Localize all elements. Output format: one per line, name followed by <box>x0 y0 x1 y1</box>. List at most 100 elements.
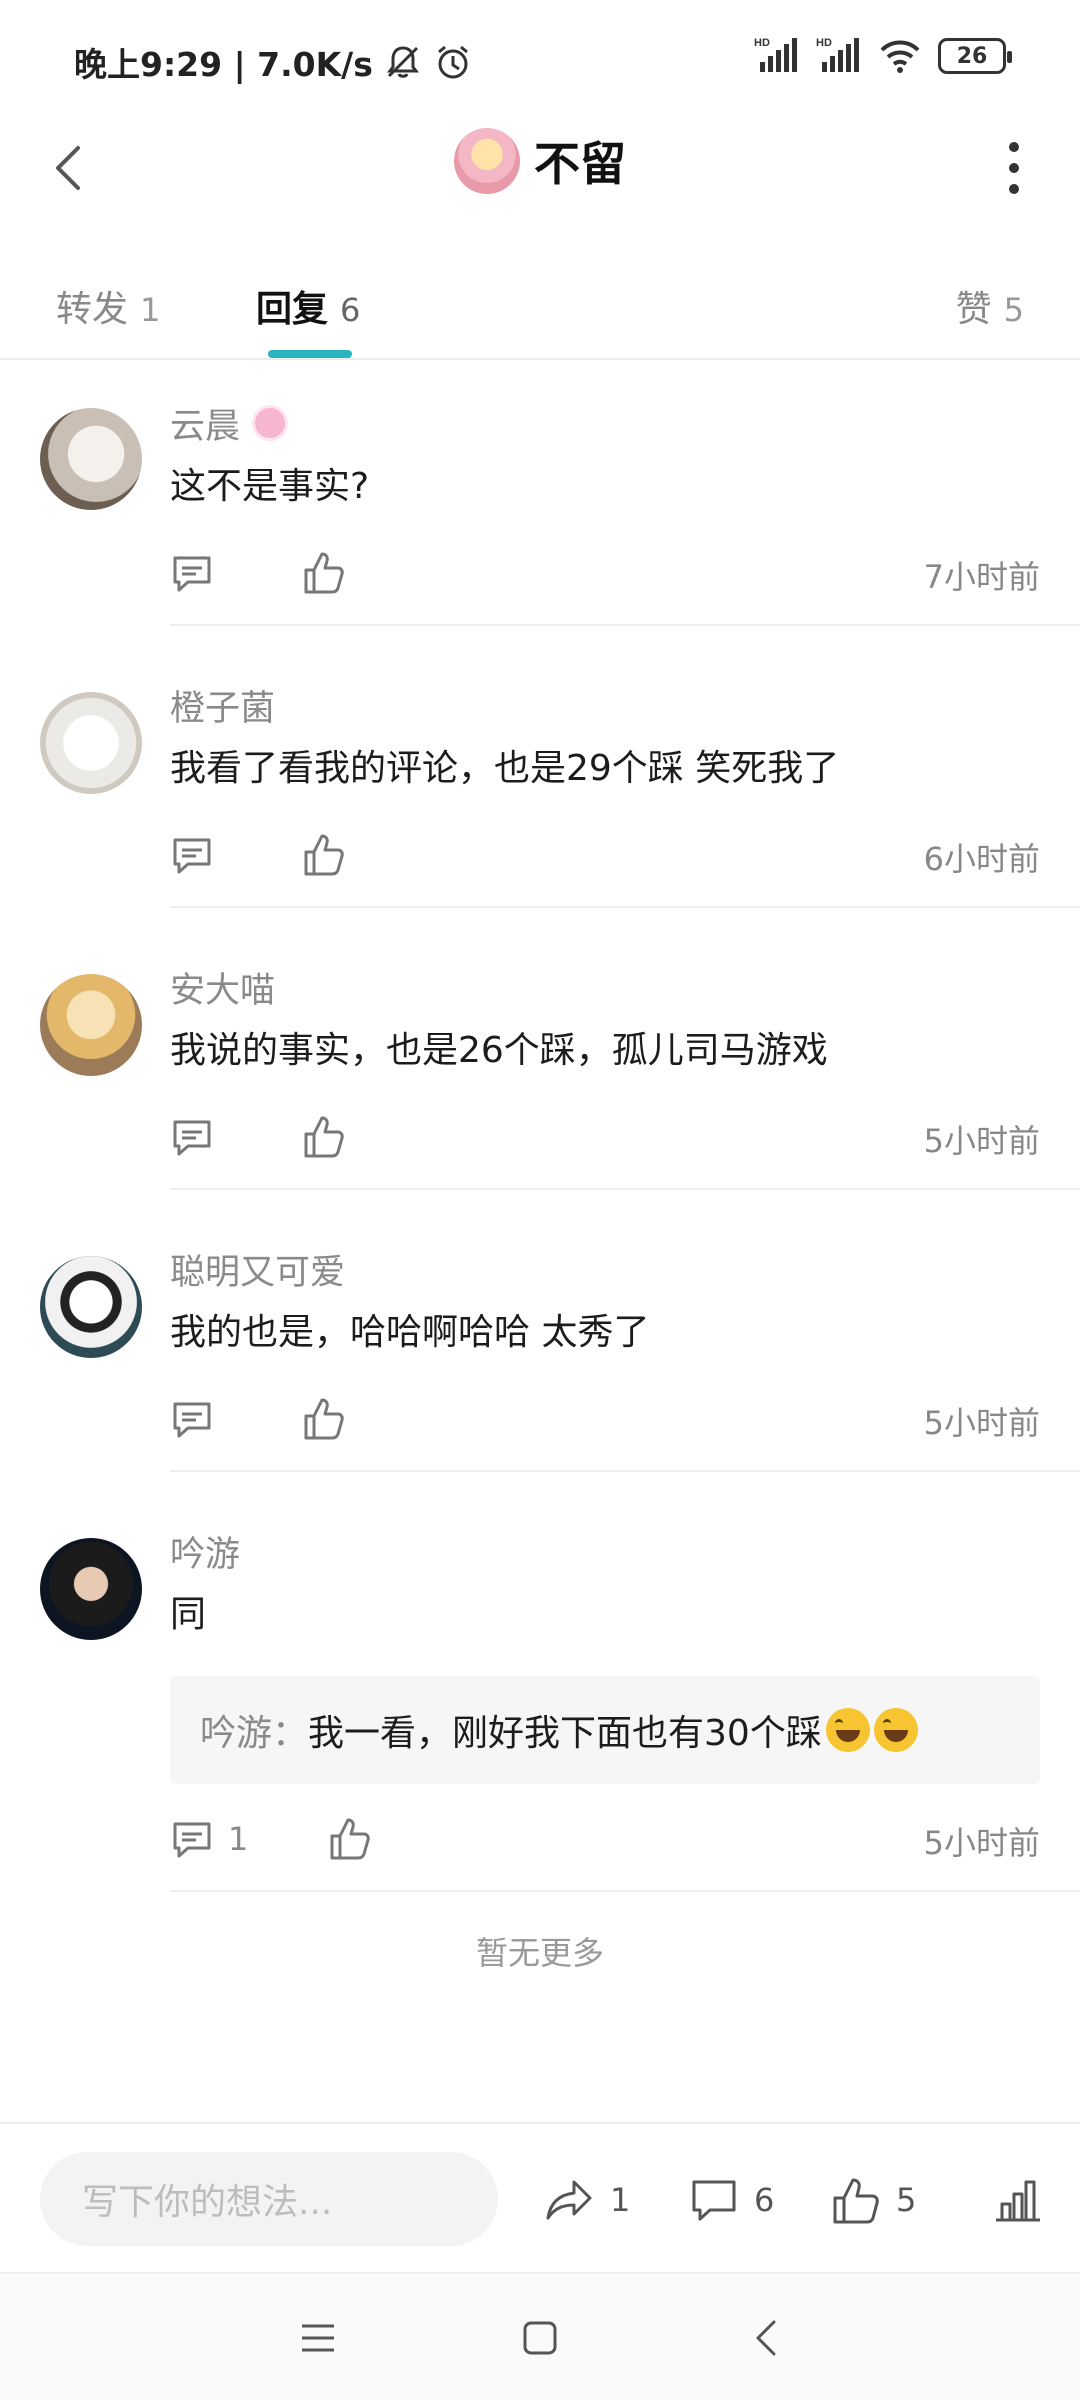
bottom-action-bar: 写下你的想法... 1 6 5 <box>0 2122 1080 2272</box>
thumbs-up-icon[interactable] <box>328 1814 372 1862</box>
repost-button[interactable]: 1 <box>544 2174 630 2226</box>
author-avatar[interactable] <box>454 128 520 194</box>
grin-emoji-icon <box>873 1708 918 1752</box>
menu-icon[interactable] <box>298 2318 338 2358</box>
comment-text: 同 <box>170 1594 207 1635</box>
status-right: HD HD 26 <box>754 36 1012 76</box>
author-name: 橙子菌 <box>170 688 276 729</box>
thumbs-up-icon[interactable] <box>302 1394 346 1442</box>
system-nav-bar <box>0 2272 1080 2400</box>
comment-bubble-icon <box>692 2180 736 2221</box>
comment-author[interactable]: 吟游 <box>170 1528 1040 1575</box>
comment-actions: 5小时前 <box>170 1108 1040 1168</box>
reply-icon[interactable] <box>170 834 214 878</box>
comment-time: 5小时前 <box>923 1404 1040 1442</box>
reply-icon[interactable] <box>170 1116 214 1160</box>
reply-icon[interactable] <box>170 1398 214 1442</box>
home-icon[interactable] <box>520 2318 560 2358</box>
active-tab-indicator <box>268 350 352 358</box>
grin-emoji-icon <box>825 1708 870 1752</box>
thumbs-up-icon[interactable] <box>302 1112 346 1160</box>
comment-count: 6 <box>754 2181 775 2219</box>
tab-label: 转发 <box>56 289 129 330</box>
battery-level: 26 <box>956 43 988 69</box>
comment-time: 5小时前 <box>923 1122 1040 1160</box>
signal-label: HD <box>754 37 770 49</box>
divider <box>170 1890 1080 1892</box>
reply-icon[interactable] <box>170 1818 214 1862</box>
author-name: 吟游 <box>170 1534 241 1575</box>
comment-time: 7小时前 <box>923 558 1040 596</box>
thumbs-up-icon <box>833 2178 879 2224</box>
user-badge-icon <box>252 405 289 441</box>
status-left: 晚上9:29 | 7.0K/s <box>74 38 473 86</box>
divider <box>170 624 1080 626</box>
battery-indicator: 26 <box>938 38 1012 74</box>
reply-icon[interactable] <box>170 552 214 596</box>
like-button[interactable]: 5 <box>830 2174 916 2226</box>
repost-count: 1 <box>610 2181 631 2219</box>
bar-chart-icon <box>996 2180 1040 2222</box>
nested-reply-author[interactable]: 吟游 <box>200 1704 272 1756</box>
comment-button[interactable]: 6 <box>688 2174 774 2226</box>
comment-text: 我说的事实，也是26个踩，孤儿司马游戏 <box>170 1030 828 1071</box>
divider <box>170 1470 1080 1472</box>
muted-bell-icon <box>386 46 419 78</box>
stats-button[interactable] <box>992 2174 1044 2226</box>
signal-label: HD <box>816 37 832 49</box>
author-name: 云晨 <box>170 406 241 447</box>
comment-actions: 1 5小时前 <box>170 1810 1040 1870</box>
comment-author[interactable]: 聪明又可爱 <box>170 1246 1040 1293</box>
avatar[interactable] <box>40 1256 142 1358</box>
comment-author[interactable]: 云晨 <box>170 400 1040 447</box>
page-title: 不留 <box>534 137 626 191</box>
divider <box>170 906 1080 908</box>
comment-author[interactable]: 橙子菌 <box>170 682 1040 729</box>
status-bar: 晚上9:29 | 7.0K/s HD HD 26 <box>0 0 1080 118</box>
tab-likes[interactable]: 赞 5 <box>956 280 1024 332</box>
author-name: 安大喵 <box>170 970 276 1011</box>
comment-actions: 5小时前 <box>170 1390 1040 1450</box>
reply-count: 1 <box>228 1820 249 1858</box>
alarm-icon <box>437 45 468 79</box>
thumbs-up-icon[interactable] <box>302 830 346 878</box>
status-time: 晚上9:29 | 7.0K/s <box>74 45 373 84</box>
share-arrow-icon <box>546 2180 592 2220</box>
tab-count: 1 <box>140 291 161 329</box>
avatar[interactable] <box>40 692 142 794</box>
comment-actions: 6小时前 <box>170 826 1040 886</box>
nested-reply[interactable]: 吟游 ： 我一看，刚好我下面也有30个踩 <box>170 1676 1040 1784</box>
tab-label: 回复 <box>256 289 329 330</box>
tab-count: 6 <box>340 291 361 329</box>
nested-reply-separator: ： <box>272 1713 309 1754</box>
tab-count: 5 <box>1003 291 1024 329</box>
comment-input-placeholder: 写下你的想法... <box>82 2182 333 2223</box>
avatar[interactable] <box>40 974 142 1076</box>
comment-text: 我看了看我的评论，也是29个踩 笑死我了 <box>170 748 840 789</box>
thumbs-up-icon[interactable] <box>302 548 346 596</box>
tab-label: 赞 <box>955 289 992 330</box>
no-more-label: 暂无更多 <box>475 1934 604 1972</box>
tab-reposts[interactable]: 转发 1 <box>56 280 160 332</box>
avatar[interactable] <box>40 1538 142 1640</box>
comment-time: 5小时前 <box>923 1824 1040 1862</box>
comment-input[interactable]: 写下你的想法... <box>40 2152 498 2246</box>
signal-icon: HD <box>816 37 859 72</box>
comment-time: 6小时前 <box>923 840 1040 878</box>
wifi-icon <box>880 40 920 73</box>
divider <box>170 1188 1080 1190</box>
header: 不留 <box>0 118 1080 218</box>
header-title-group[interactable]: 不留 <box>0 128 1080 194</box>
signal-icon: HD <box>754 37 797 72</box>
more-options-icon[interactable] <box>1004 142 1024 194</box>
comment-text: 这不是事实? <box>170 466 370 507</box>
avatar[interactable] <box>40 408 142 510</box>
tab-bar: 转发 1 回复 6 赞 5 <box>0 262 1080 360</box>
author-name: 聪明又可爱 <box>170 1252 346 1293</box>
comment-actions: 7小时前 <box>170 544 1040 604</box>
like-count: 5 <box>896 2181 917 2219</box>
tab-replies[interactable]: 回复 6 <box>256 280 360 332</box>
comment-author[interactable]: 安大喵 <box>170 964 1040 1011</box>
comment-text: 我的也是，哈哈啊哈哈 太秀了 <box>170 1312 650 1353</box>
nav-back-icon[interactable] <box>748 2318 788 2358</box>
